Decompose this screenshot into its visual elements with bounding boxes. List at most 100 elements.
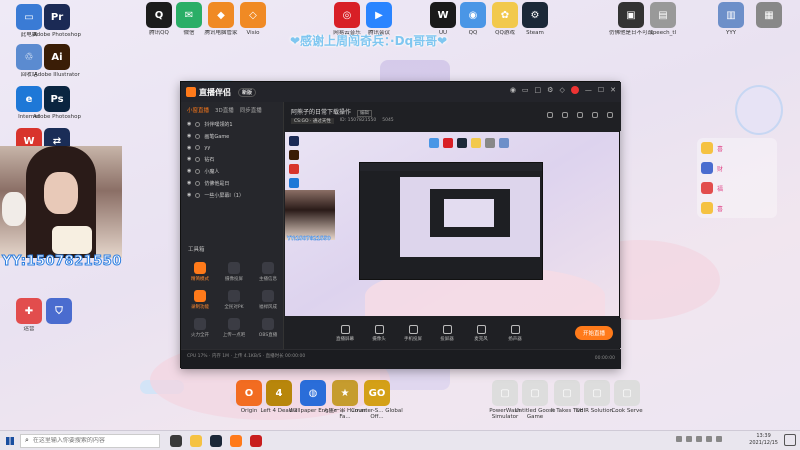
tray-icon[interactable] — [716, 436, 722, 442]
desktop-icon[interactable]: Ps Adobe Photoshop — [30, 86, 84, 126]
mode-tab[interactable]: 3D直播 — [215, 106, 234, 114]
mode-tab[interactable]: 小窗直播 — [187, 106, 209, 114]
preview-app-icon — [289, 164, 299, 174]
message-icon[interactable]: ▭ — [522, 86, 529, 94]
source-item[interactable]: ◉ 抖伴嘿领的1 — [181, 118, 283, 130]
delete-icon[interactable] — [592, 112, 598, 118]
taskbar-search[interactable]: ⌕ — [20, 433, 160, 448]
capture-control[interactable]: 手机投屏 — [403, 324, 423, 342]
stream-preview[interactable]: YY:1507821550 — [285, 132, 619, 316]
toolbox-item[interactable]: 火力全开 — [185, 318, 215, 338]
tool-label: 上传一点吧 — [222, 333, 246, 338]
sticker-icon — [701, 182, 713, 194]
file-explorer-icon[interactable] — [190, 434, 202, 447]
desktop-icon[interactable]: ⛉ — [32, 298, 86, 338]
control-label: 手机投屏 — [404, 336, 422, 342]
toolbox-item[interactable]: 上传一点吧 — [219, 318, 249, 338]
capture-control[interactable]: 投屏器 — [437, 324, 457, 342]
source-label: 仿佛他是日 — [204, 180, 230, 187]
capture-control[interactable]: 直播屏幕 — [335, 324, 355, 342]
source-label: 一些小屏幕l（1） — [204, 192, 244, 199]
toolbox-item[interactable]: 精简模式 — [185, 262, 215, 282]
task-view-icon[interactable] — [170, 434, 182, 447]
preview-webcam — [285, 190, 335, 240]
visibility-icon[interactable]: ◉ — [187, 192, 191, 198]
toolbox-item[interactable]: OBS直播 — [253, 318, 283, 338]
pin-icon[interactable] — [607, 112, 613, 118]
streaming-app-window[interactable]: 直播伴侣 新版 ◉ ▭ □ ⚙ ◇ — ☐ ✕ 小窗直播 3D直播 同步直播 ◉ 抖伴… — [180, 81, 621, 369]
start-button[interactable] — [0, 431, 20, 450]
visibility-icon[interactable]: ◉ — [187, 133, 191, 139]
source-item[interactable]: ◉ 仿佛他是日 — [181, 177, 283, 189]
toolbox-item[interactable]: 全民对PK — [219, 290, 249, 310]
desktop-icon[interactable]: ▶ 腾讯会议 — [352, 2, 406, 42]
preview-app-icon — [443, 138, 453, 148]
game-category[interactable]: CS:GO · 通过天性 — [291, 118, 334, 124]
desktop-icon[interactable]: Ai Adobe Illustrator — [30, 44, 84, 84]
tool-icon — [228, 290, 240, 302]
tray-icon[interactable] — [686, 436, 692, 442]
mode-tab[interactable]: 同步直播 — [240, 106, 262, 114]
source-item[interactable]: ◉ 小魔人 — [181, 165, 283, 177]
desktop-icon[interactable]: Pr Adobe Photoshop — [30, 4, 84, 44]
titlebar-controls: ◉ ▭ □ ⚙ ◇ — ☐ ✕ — [510, 86, 616, 94]
visibility-icon[interactable]: ◉ — [187, 156, 191, 162]
desktop-icon[interactable]: ⚙ Steam — [508, 2, 562, 42]
source-item[interactable]: ◉ 一些小屏幕l（1） — [181, 189, 283, 201]
toolbox-item[interactable]: 主播信息 — [253, 262, 283, 282]
taskbar: ⌕ 13:39 2021/12/15 — [0, 430, 800, 450]
clock[interactable]: 13:39 2021/12/15 — [749, 433, 778, 447]
search-input[interactable] — [32, 437, 153, 444]
visibility-icon[interactable]: ◉ — [187, 180, 191, 186]
app-titlebar[interactable]: 直播伴侣 新版 ◉ ▭ □ ⚙ ◇ — ☐ ✕ — [181, 82, 621, 102]
capture-control[interactable]: 麦克风 — [471, 324, 491, 342]
scene-sidebar: 小窗直播 3D直播 同步直播 ◉ 抖伴嘿领的1 ◉ 画笔Game ◉ yy ◉ 钻石 ◉ 小魔人 ◉ 仿佛… — [181, 102, 284, 369]
source-item[interactable]: ◉ 钻石 — [181, 153, 283, 165]
visibility-icon[interactable]: ◉ — [187, 121, 191, 127]
tray-icon[interactable] — [706, 436, 712, 442]
app-icon[interactable] — [230, 434, 242, 447]
visibility-icon[interactable]: ◉ — [187, 145, 191, 151]
preview-app-icon — [429, 138, 439, 148]
lock-icon[interactable] — [562, 112, 568, 118]
start-live-button[interactable]: 开始直播 — [574, 326, 613, 340]
desktop-icon[interactable]: ▦ — [742, 2, 796, 42]
streamer-face — [44, 172, 78, 214]
desktop-icon[interactable]: ▢ Cook Serve — [600, 380, 654, 420]
toolbox-item[interactable]: 录制功能 — [185, 290, 215, 310]
nested-preview — [400, 177, 540, 257]
desktop-icon[interactable]: ◇ Visio — [226, 2, 280, 42]
tray-icon[interactable] — [696, 436, 702, 442]
netease-icon[interactable] — [250, 434, 262, 447]
capture-control[interactable]: 扬声器 — [505, 324, 525, 342]
avatar-icon[interactable]: ◉ — [510, 86, 516, 94]
gift-icon[interactable]: □ — [535, 86, 542, 94]
control-icon — [476, 324, 486, 334]
edit-title-button[interactable]: 编辑 — [356, 110, 372, 117]
source-label: 钻石 — [204, 156, 215, 163]
maximize-icon[interactable]: ☐ — [598, 86, 604, 94]
notification-dot-icon[interactable] — [570, 86, 579, 94]
toolbox-item[interactable]: 福禄风成 — [253, 290, 283, 310]
notification-center-icon[interactable] — [784, 434, 796, 446]
source-item[interactable]: ◉ 画笔Game — [181, 130, 283, 142]
capture-control[interactable]: 摄像头 — [369, 324, 389, 342]
close-icon[interactable]: ✕ — [610, 86, 616, 94]
tool-icon — [194, 318, 206, 330]
steam-icon[interactable] — [210, 434, 222, 447]
online-count: 5045 — [382, 118, 394, 123]
toolbox-item[interactable]: 摄像投屏 — [219, 262, 249, 282]
layout-icon[interactable] — [547, 112, 553, 118]
desktop-icon[interactable]: GO Counter-S... Global Off... — [350, 380, 404, 420]
source-item[interactable]: ◉ yy — [181, 142, 283, 153]
sticker-row: 福 — [697, 178, 777, 198]
tray-icon[interactable] — [676, 436, 682, 442]
minimize-icon[interactable]: — — [585, 86, 592, 94]
visibility-icon[interactable]: ◉ — [187, 168, 191, 174]
settings-icon[interactable]: ⚙ — [547, 86, 553, 94]
version-badge[interactable]: 新版 — [238, 87, 257, 97]
camera-icon[interactable] — [577, 112, 583, 118]
skin-icon[interactable]: ◇ — [559, 86, 564, 94]
desktop-icon[interactable]: ▤ speech_tl — [636, 2, 690, 42]
preview-app-icon — [289, 150, 299, 160]
